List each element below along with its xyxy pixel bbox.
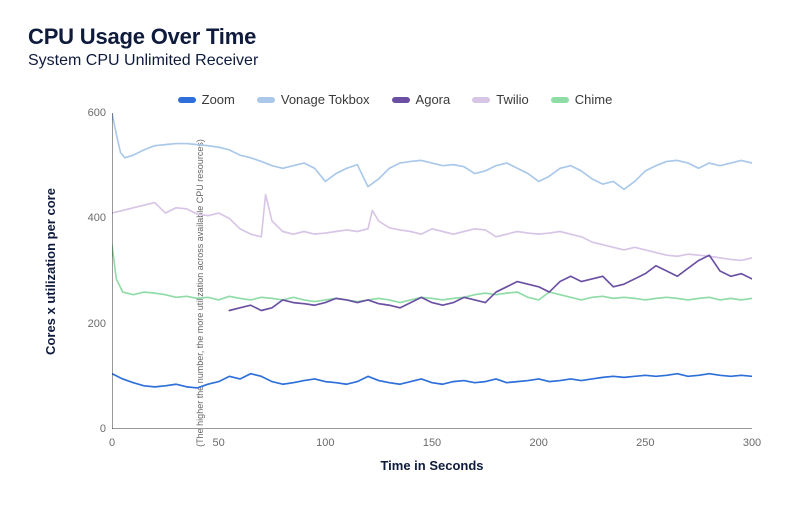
page-subtitle: System CPU Unlimited Receiver (28, 52, 762, 70)
series-vonage-tokbox (112, 113, 752, 189)
legend-item-vonage-tokbox: Vonage Tokbox (257, 92, 370, 107)
legend-label: Twilio (496, 92, 529, 107)
x-tick: 200 (529, 437, 547, 449)
legend-swatch (392, 97, 410, 103)
x-tick: 300 (743, 437, 761, 449)
y-axis-label: Cores x utilization per core (43, 188, 58, 355)
x-tick: 100 (316, 437, 334, 449)
legend-swatch (257, 97, 275, 103)
x-tick: 50 (213, 437, 225, 449)
plot-area (112, 113, 752, 429)
series-twilio (112, 195, 752, 261)
x-ticks: 050100150200250300 (112, 437, 752, 451)
legend-item-agora: Agora (392, 92, 451, 107)
legend: Zoom Vonage Tokbox Agora Twilio Chime (28, 92, 762, 107)
legend-swatch (551, 97, 569, 103)
x-axis-label: Time in Seconds (112, 458, 752, 473)
legend-label: Zoom (202, 92, 235, 107)
legend-item-chime: Chime (551, 92, 613, 107)
x-tick: 250 (636, 437, 654, 449)
legend-swatch (472, 97, 490, 103)
series-agora (229, 255, 752, 310)
legend-label: Vonage Tokbox (281, 92, 370, 107)
legend-label: Chime (575, 92, 613, 107)
legend-item-zoom: Zoom (178, 92, 235, 107)
x-tick: 0 (109, 437, 115, 449)
page-title: CPU Usage Over Time (28, 24, 762, 50)
y-tick: 0 (100, 423, 106, 435)
y-ticks: 0200400600 (76, 113, 110, 429)
y-tick: 600 (88, 107, 106, 119)
series-zoom (112, 374, 752, 388)
y-tick: 200 (88, 318, 106, 330)
legend-label: Agora (416, 92, 451, 107)
legend-swatch (178, 97, 196, 103)
chart-svg (112, 113, 752, 429)
legend-item-twilio: Twilio (472, 92, 529, 107)
chart: Cores x utilization per core (The higher… (28, 113, 762, 473)
x-tick: 150 (423, 437, 441, 449)
y-tick: 400 (88, 212, 106, 224)
